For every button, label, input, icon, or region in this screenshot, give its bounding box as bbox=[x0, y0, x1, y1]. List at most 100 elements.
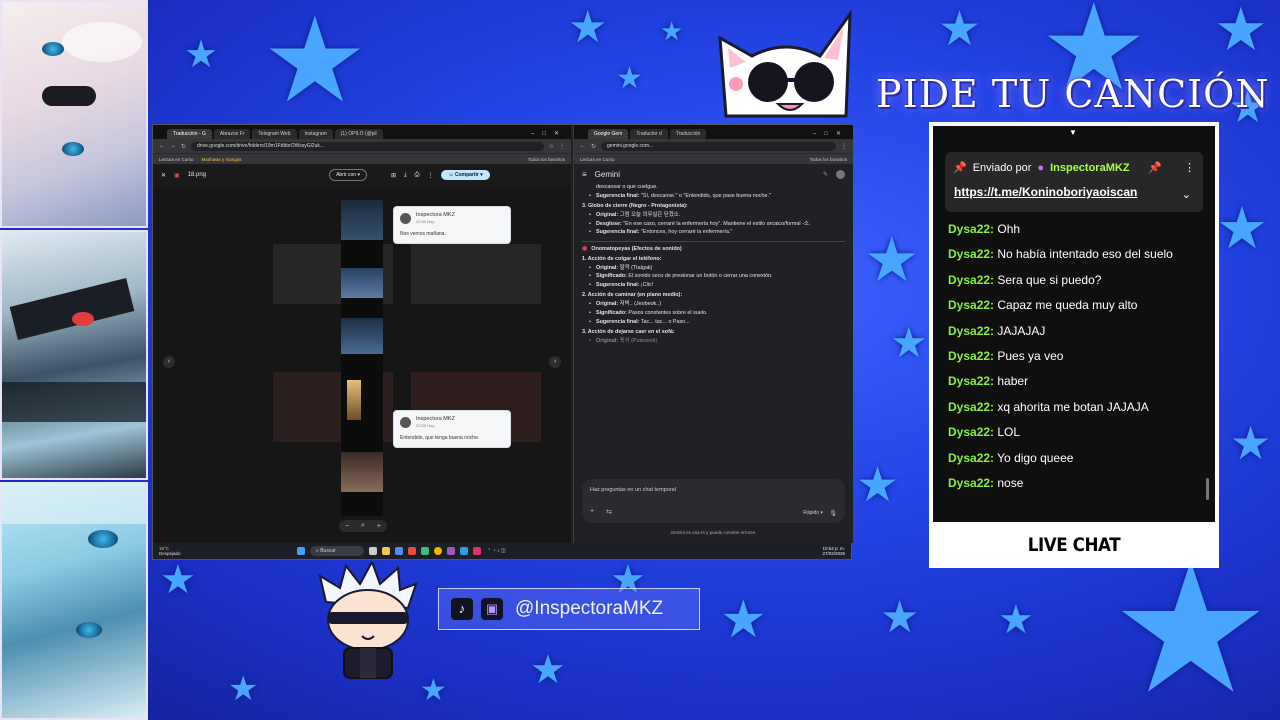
hamburger-menu-icon[interactable]: ≡ bbox=[582, 170, 587, 179]
next-arrow-icon[interactable]: › bbox=[549, 356, 561, 368]
window-controls[interactable]: –□✕ bbox=[527, 130, 571, 139]
print-icon[interactable]: ⎙ bbox=[415, 172, 420, 179]
message-author[interactable]: Dysa22: bbox=[948, 476, 994, 490]
close-icon[interactable]: ✕ bbox=[161, 172, 166, 179]
message-author[interactable]: Dysa22: bbox=[948, 451, 994, 465]
windows-start-icon[interactable] bbox=[297, 547, 305, 555]
message-author[interactable]: Dysa22: bbox=[948, 374, 994, 388]
chibi-mascot bbox=[318, 562, 418, 679]
microphone-icon[interactable]: 🎙 bbox=[829, 510, 837, 517]
app-icon[interactable] bbox=[421, 547, 429, 555]
anime-art-strip bbox=[0, 0, 148, 720]
system-tray-icons[interactable]: ⌃ ◔ ♪ ◫ bbox=[487, 548, 506, 554]
zoom-controls[interactable]: − ⌕ + bbox=[339, 520, 387, 532]
chrome-icon[interactable] bbox=[434, 547, 442, 555]
menu-dots-icon[interactable]: ⋮ bbox=[841, 143, 847, 150]
pinned-author: InspectoraMKZ bbox=[1050, 161, 1130, 174]
message-author[interactable]: Dysa22: bbox=[948, 298, 994, 312]
tab-1[interactable]: Google Gem bbox=[588, 129, 629, 139]
pinned-message: 📌 Enviado por ● InspectoraMKZ 📌 ⋮ https:… bbox=[945, 152, 1203, 212]
message-author[interactable]: Dysa22: bbox=[948, 247, 994, 261]
reload-icon[interactable]: ↻ bbox=[181, 143, 186, 150]
download-icon[interactable]: ⤓ bbox=[404, 172, 407, 179]
back-icon[interactable]: ← bbox=[580, 143, 586, 149]
drive-browser-window: Traducción - G Abrazos Fr Telegram Web I… bbox=[153, 125, 571, 543]
prompt-input[interactable]: Haz preguntas en un chat temporal + ⇆ Rá… bbox=[582, 479, 845, 523]
message-author[interactable]: Dysa22: bbox=[948, 400, 994, 414]
chat-messages: Dysa22: Ohh Dysa22: No había intentado es… bbox=[948, 222, 1205, 501]
add-shortcut-icon[interactable]: ⊞ bbox=[391, 172, 396, 179]
open-with-button[interactable]: Abrir con ▾ bbox=[329, 169, 367, 181]
app-icon[interactable] bbox=[408, 547, 416, 555]
taskbar-search[interactable]: ⌕ Buscar bbox=[310, 546, 364, 556]
pinned-link[interactable]: https://t.me/Koninoboriyaoiscan bbox=[954, 185, 1137, 199]
star-decoration: ★ bbox=[262, 0, 368, 127]
zoom-out-icon[interactable]: − bbox=[345, 523, 349, 530]
chat-message: Dysa22: nose bbox=[948, 476, 1205, 501]
message-author[interactable]: Dysa22: bbox=[948, 349, 994, 363]
chat-feed: ▼ 📌 Enviado por ● InspectoraMKZ 📌 ⋮ http… bbox=[933, 126, 1215, 522]
gemini-header: ≡ Gemini ✎ bbox=[574, 164, 853, 184]
tab-4[interactable]: Instagram bbox=[298, 129, 333, 139]
more-options-icon[interactable]: ⋮ bbox=[1184, 161, 1195, 174]
tab-2[interactable]: Traductor d bbox=[630, 129, 668, 139]
store-icon[interactable] bbox=[395, 547, 403, 555]
zoom-in-icon[interactable]: + bbox=[377, 523, 381, 530]
bookmark-item[interactable]: Lectura en Curso bbox=[580, 157, 615, 162]
chat-message: Dysa22: xq ahorita me botan JAJAJA bbox=[948, 400, 1205, 425]
back-icon[interactable]: ← bbox=[159, 143, 165, 149]
message-author[interactable]: Dysa22: bbox=[948, 324, 994, 338]
address-bar: ← → ↻ drive.google.com/drive/folders/19m… bbox=[153, 139, 571, 153]
window-controls[interactable]: –□✕ bbox=[809, 130, 853, 139]
message-author[interactable]: Dysa22: bbox=[948, 425, 994, 439]
all-bookmarks-link[interactable]: Todos los favoritos bbox=[810, 157, 847, 162]
model-mode-select[interactable]: Rápido ▾ bbox=[803, 510, 823, 516]
tab-5[interactable]: (1) OPILO (@pil bbox=[334, 129, 383, 139]
app-icon[interactable] bbox=[447, 547, 455, 555]
unpin-icon[interactable]: 📌 bbox=[1148, 161, 1162, 174]
manga-page-strip bbox=[341, 200, 383, 516]
tab-2[interactable]: Abrazos Fr bbox=[213, 129, 251, 139]
star-decoration: ★ bbox=[660, 16, 684, 46]
message-author[interactable]: Dysa22: bbox=[948, 273, 994, 287]
forward-icon[interactable]: → bbox=[170, 143, 176, 149]
share-button[interactable]: ☺ Compartir ▾ bbox=[441, 170, 490, 180]
message-author[interactable]: Dysa22: bbox=[948, 222, 994, 236]
bookmarks-bar: Lectura en Curso Todos los favoritos bbox=[574, 153, 853, 164]
star-decoration: ★ bbox=[568, 3, 608, 52]
app-icon[interactable] bbox=[460, 547, 468, 555]
tab-3[interactable]: Telegram Web bbox=[252, 129, 297, 139]
file-preview-toolbar: ✕ ▣ 18.png Abrir con ▾ ⊞ ⤓ ⎙ ⋮ ☺ Compart… bbox=[153, 164, 571, 186]
bookmark-star-icon[interactable]: ☆ bbox=[549, 143, 554, 150]
url-field[interactable]: gemini.google.com... bbox=[601, 141, 836, 151]
chat-message: Dysa22: LOL bbox=[948, 425, 1205, 450]
add-icon[interactable]: + bbox=[590, 508, 594, 516]
star-decoration: ★ bbox=[1216, 196, 1268, 261]
bookmark-item[interactable]: Lectura en Curso bbox=[159, 157, 194, 162]
zoom-search-icon[interactable]: ⌕ bbox=[361, 522, 365, 530]
chat-bubble-2: Inspectora MKZ 22:50 Hoy Entendido, que … bbox=[393, 410, 511, 448]
weather-widget[interactable]: 18°C Despejado bbox=[159, 546, 219, 556]
app-icon[interactable] bbox=[473, 547, 481, 555]
bookmark-item[interactable]: Manhwas y mangas bbox=[202, 157, 242, 162]
menu-dots-icon[interactable]: ⋮ bbox=[559, 143, 565, 150]
url-field[interactable]: drive.google.com/drive/folders/19m1Fdbbr… bbox=[191, 141, 544, 151]
tab-1[interactable]: Traducción - G bbox=[167, 129, 212, 139]
chevron-down-icon[interactable]: ⌄ bbox=[1182, 188, 1191, 201]
all-bookmarks-link[interactable]: Todos los favoritos bbox=[528, 157, 565, 162]
reload-icon[interactable]: ↻ bbox=[591, 143, 596, 150]
chat-scrollbar[interactable] bbox=[1206, 478, 1209, 500]
previous-arrow-icon[interactable]: ‹ bbox=[163, 356, 175, 368]
tab-3[interactable]: Traducción bbox=[669, 129, 707, 139]
tools-icon[interactable]: ⇆ bbox=[606, 508, 612, 516]
file-explorer-icon[interactable] bbox=[382, 547, 390, 555]
star-decoration: ★ bbox=[864, 226, 920, 295]
more-icon[interactable]: ⋮ bbox=[427, 172, 433, 179]
new-chat-icon[interactable]: ✎ bbox=[823, 171, 828, 178]
avatar[interactable] bbox=[836, 169, 845, 179]
taskbar-clock[interactable]: 10:54 p. m. 27/02/2026 bbox=[822, 546, 845, 557]
chat-message: Dysa22: Pues ya veo bbox=[948, 349, 1205, 374]
art-panel-middle bbox=[0, 230, 148, 480]
collapse-arrow-icon[interactable]: ▼ bbox=[1069, 128, 1077, 137]
taskview-icon[interactable] bbox=[369, 547, 377, 555]
